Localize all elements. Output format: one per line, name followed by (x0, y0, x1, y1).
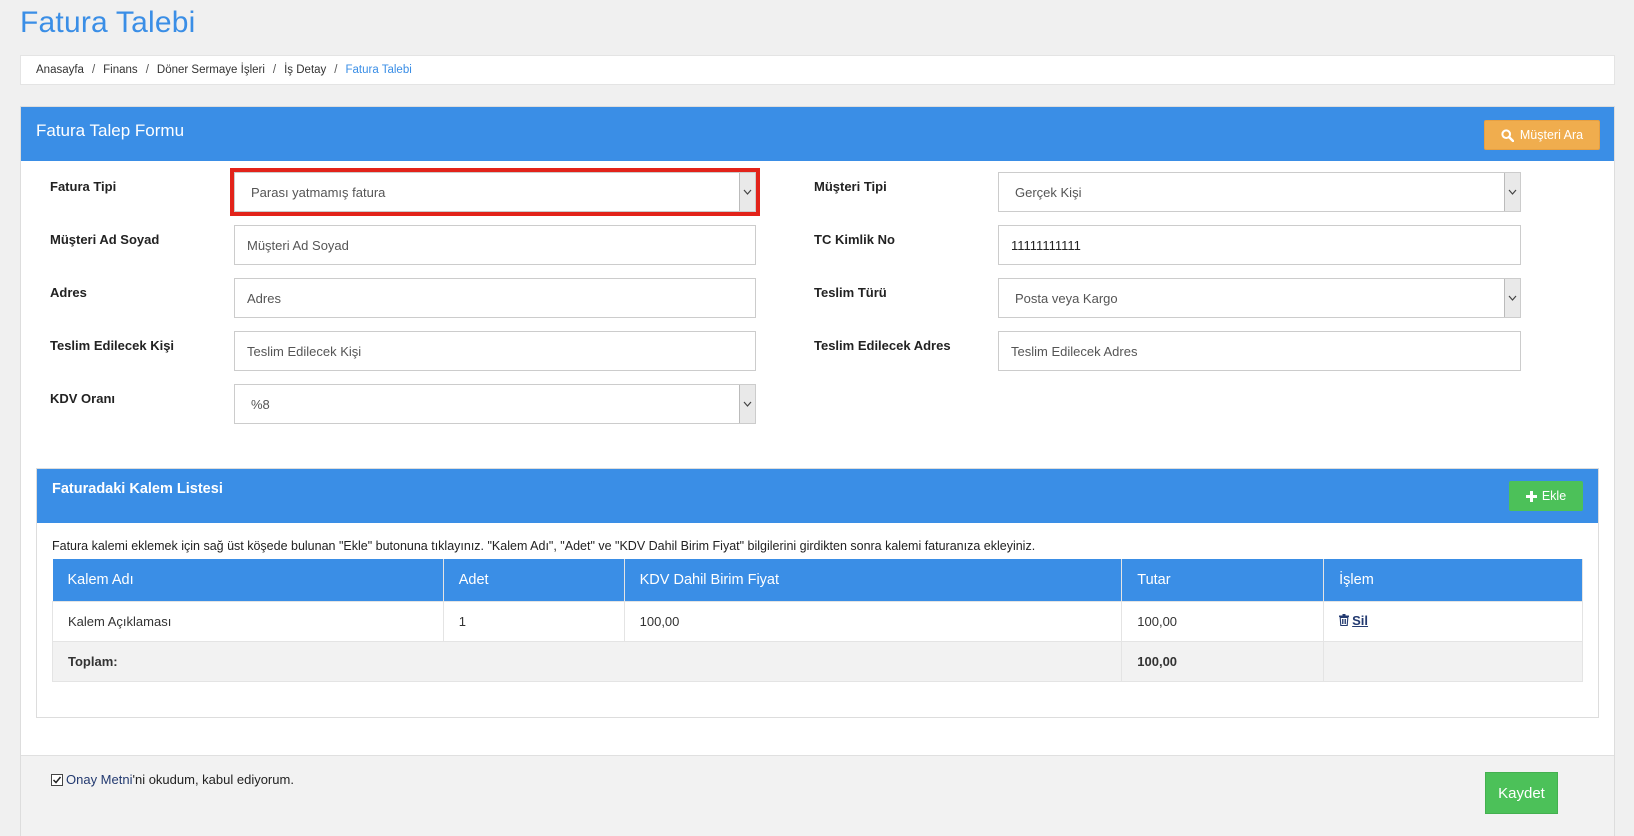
customer-search-button[interactable]: Müşteri Ara (1484, 120, 1600, 150)
item-name-cell: Kalem Açıklaması (52, 600, 444, 642)
consent-checkbox[interactable] (51, 773, 63, 786)
table-row: Kalem Açıklaması 1 100,00 100,00 Sil (52, 600, 1583, 642)
delivery-address-placeholder: Teslim Edilecek Adres (1011, 343, 1138, 359)
breadcrumb-separator: / (145, 64, 149, 76)
total-value-cell: 100,00 (1121, 640, 1325, 682)
add-item-label: Ekle (1541, 489, 1567, 503)
recipient-placeholder: Teslim Edilecek Kişi (247, 343, 362, 359)
column-header-action: İşlem (1323, 559, 1583, 601)
invoice-items-panel: Faturadaki Kalem Listesi Ekle Fatura kal… (36, 468, 1599, 718)
save-button[interactable]: Kaydet (1485, 772, 1558, 814)
form-panel-header: Fatura Talep Formu Müşteri Ara (21, 107, 1614, 161)
vat-rate-select[interactable]: %8 (234, 384, 756, 424)
address-label: Adres (50, 285, 87, 300)
item-unit-price-cell: 100,00 (623, 600, 1123, 642)
breadcrumb-item-finans[interactable]: Finans (103, 64, 138, 76)
column-header-qty: Adet (443, 559, 625, 601)
table-header-row: Kalem Adı Adet KDV Dahil Birim Fiyat Tut… (52, 559, 1583, 601)
item-total-cell: 100,00 (1121, 600, 1325, 642)
customer-type-label: Müşteri Tipi (814, 179, 887, 194)
chevron-down-icon (739, 173, 755, 211)
page-title: Fatura Talebi (20, 6, 196, 39)
breadcrumb-separator: / (334, 64, 338, 76)
delete-item-link[interactable]: Sil (1339, 613, 1368, 628)
breadcrumb-item-current: Fatura Talebi (345, 64, 412, 76)
search-icon (1501, 128, 1514, 142)
tc-id-label: TC Kimlik No (814, 232, 895, 247)
invoice-request-form-panel: Fatura Talep Formu Müşteri Ara Fatura Ti… (20, 106, 1615, 836)
column-header-total: Tutar (1121, 559, 1325, 601)
vat-rate-label: KDV Oranı (50, 391, 116, 406)
address-placeholder: Adres (247, 290, 281, 306)
column-header-unit-price: KDV Dahil Birim Fiyat (624, 559, 1123, 601)
breadcrumb: Anasayfa / Finans / Döner Sermaye İşleri… (20, 55, 1615, 85)
delivery-address-label: Teslim Edilecek Adres (814, 338, 951, 353)
vat-rate-value: %8 (251, 396, 270, 412)
chevron-down-icon (739, 385, 755, 423)
customer-name-input[interactable]: Müşteri Ad Soyad (234, 225, 756, 265)
delete-item-label: Sil (1352, 612, 1369, 628)
chevron-down-icon (1504, 279, 1520, 317)
breadcrumb-item-is-detay[interactable]: İş Detay (284, 64, 326, 76)
column-header-item-name: Kalem Adı (52, 559, 444, 601)
customer-name-placeholder: Müşteri Ad Soyad (247, 237, 349, 253)
breadcrumb-item-doner-sermaye[interactable]: Döner Sermaye İşleri (157, 64, 265, 76)
invoice-type-select[interactable]: Parası yatmamış fatura (230, 168, 760, 216)
plus-icon (1525, 490, 1537, 502)
items-table: Kalem Adı Adet KDV Dahil Birim Fiyat Tut… (51, 559, 1583, 682)
total-label-cell: Toplam: (51, 640, 1123, 682)
item-qty-cell: 1 (442, 600, 625, 642)
table-total-row: Toplam: 100,00 (51, 640, 1583, 682)
recipient-input[interactable]: Teslim Edilecek Kişi (234, 331, 756, 371)
delivery-type-select[interactable]: Posta veya Kargo (998, 278, 1521, 318)
customer-search-label: Müşteri Ara (1519, 128, 1584, 142)
chevron-down-icon (1504, 173, 1520, 211)
breadcrumb-separator: / (91, 64, 96, 76)
items-panel-title: Faturadaki Kalem Listesi (52, 481, 223, 497)
customer-name-label: Müşteri Ad Soyad (50, 232, 160, 247)
total-empty-cell (1323, 640, 1583, 682)
recipient-label: Teslim Edilecek Kişi (50, 338, 175, 353)
tc-id-input[interactable]: 11111111111 (998, 225, 1521, 265)
checkmark-icon (52, 776, 62, 784)
delivery-type-value: Posta veya Kargo (1015, 290, 1118, 306)
tc-id-value: 11111111111 (1011, 237, 1081, 253)
consent-text: 'ni okudum, kabul ediyorum. (132, 772, 294, 787)
form-footer: Onay Metni'ni okudum, kabul ediyorum. Ka… (21, 755, 1614, 836)
delivery-type-label: Teslim Türü (814, 285, 887, 300)
customer-type-select[interactable]: Gerçek Kişi (998, 172, 1521, 212)
consent-text-link[interactable]: Onay Metni (66, 772, 132, 787)
items-panel-header: Faturadaki Kalem Listesi Ekle (37, 469, 1598, 523)
customer-type-value: Gerçek Kişi (1015, 184, 1082, 200)
item-action-cell: Sil (1323, 600, 1583, 642)
add-item-button[interactable]: Ekle (1509, 481, 1583, 511)
trash-icon (1339, 614, 1350, 627)
items-instruction-note: Fatura kalemi eklemek için sağ üst köşed… (52, 539, 1036, 553)
form-panel-title: Fatura Talep Formu (36, 121, 185, 140)
invoice-type-value: Parası yatmamış fatura (251, 184, 386, 200)
invoice-type-label: Fatura Tipi (50, 179, 117, 194)
address-input[interactable]: Adres (234, 278, 756, 318)
delivery-address-input[interactable]: Teslim Edilecek Adres (998, 331, 1521, 371)
consent-row: Onay Metni'ni okudum, kabul ediyorum. (51, 772, 294, 787)
breadcrumb-separator: / (272, 64, 277, 76)
breadcrumb-item-home[interactable]: Anasayfa (36, 64, 84, 76)
